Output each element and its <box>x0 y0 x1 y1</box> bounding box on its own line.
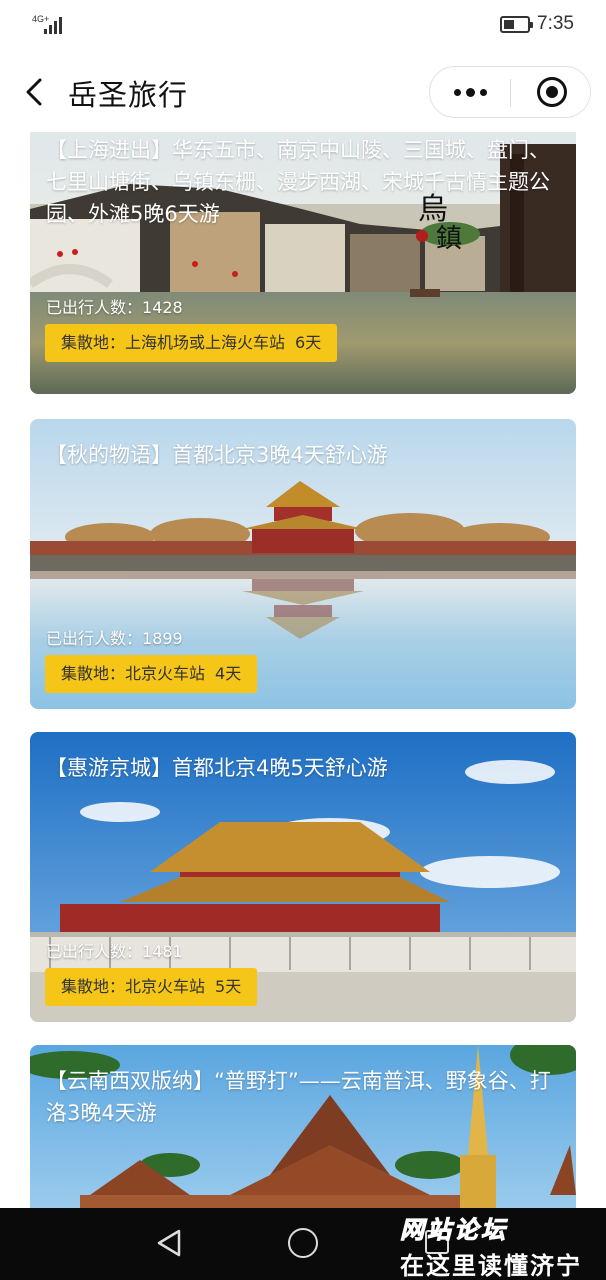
departure-tag: 集散地：北京火车站 4天 <box>45 655 258 693</box>
system-back-icon[interactable] <box>155 1228 183 1258</box>
tour-list: 【上海进出】华东五市、南京中山陵、三国城、盘门、七里山塘街、乌镇东栅、漫步西湖、… <box>0 132 606 1208</box>
site-watermark: 网站论坛 在这里读懂济宁 <box>398 1206 604 1280</box>
page-title: 岳圣旅行 <box>68 78 189 112</box>
tour-card-shanghai-east-china[interactable]: 【上海进出】华东五市、南京中山陵、三国城、盘门、七里山塘街、乌镇东栅、漫步西湖、… <box>30 132 576 394</box>
more-options-button[interactable] <box>430 67 510 117</box>
tour-title: 【秋的物语】首都北京3晚4天舒心游 <box>46 443 388 467</box>
tour-title: 【上海进出】华东五市、南京中山陵、三国城、盘门、七里山塘街、乌镇东栅、漫步西湖、… <box>46 138 550 226</box>
departure-tag: 集散地：上海机场或上海火车站 6天 <box>45 324 338 362</box>
traveler-count: 已出行人数：1428 <box>46 298 183 317</box>
mini-program-nav-bar: 岳圣旅行 <box>0 52 606 132</box>
battery-icon <box>500 16 533 33</box>
watermark-line-2: 在这里读懂济宁 <box>400 1252 582 1280</box>
status-bar: 4G+ 7:35 <box>0 0 606 52</box>
traveler-count: 已出行人数：1899 <box>46 629 183 648</box>
clock-time: 7:35 <box>537 13 574 34</box>
tour-card-beijing-capital[interactable]: 【惠游京城】首都北京4晚5天舒心游 已出行人数：1481 集散地：北京火车站 5天 <box>30 732 576 1022</box>
departure-tag: 集散地：北京火车站 5天 <box>45 968 258 1006</box>
close-mini-program-button[interactable] <box>511 67 591 117</box>
system-home-icon[interactable] <box>288 1228 318 1258</box>
signal-strength-icon <box>44 16 66 34</box>
tour-title: 【惠游京城】首都北京4晚5天舒心游 <box>46 756 388 780</box>
traveler-count: 已出行人数：1481 <box>46 942 183 961</box>
tour-card-yunnan-xishuangbanna[interactable]: 【云南西双版纳】“普野打”——云南普洱、野象谷、打洛3晚4天游 <box>30 1045 576 1208</box>
tour-title: 【云南西双版纳】“普野打”——云南普洱、野象谷、打洛3晚4天游 <box>46 1069 551 1125</box>
back-arrow-icon[interactable] <box>18 74 54 110</box>
mini-program-capsule <box>429 66 591 118</box>
tour-card-beijing-autumn[interactable]: 【秋的物语】首都北京3晚4天舒心游 已出行人数：1899 集散地：北京火车站 4天 <box>30 419 576 709</box>
red-seal-stamp <box>416 230 428 242</box>
watermark-line-1: 网站论坛 <box>400 1216 508 1245</box>
